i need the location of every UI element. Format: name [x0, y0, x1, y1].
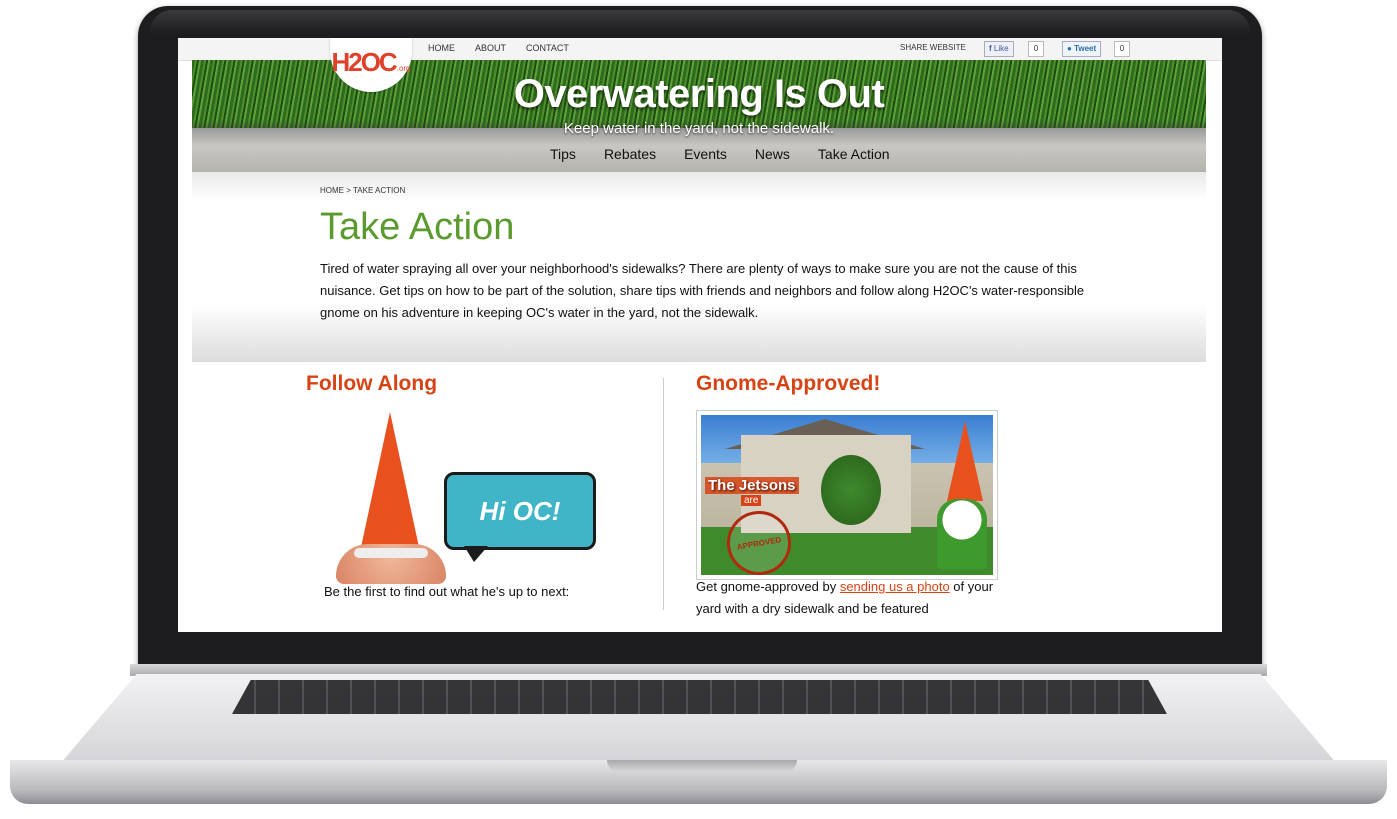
- speech-bubble-text: Hi OC!: [479, 495, 561, 526]
- page-title: Take Action: [320, 206, 515, 248]
- approved-caption: Get gnome-approved by sending us a photo…: [696, 576, 1006, 620]
- main-nav-take-action[interactable]: Take Action: [818, 146, 890, 162]
- top-nav-about[interactable]: ABOUT: [475, 43, 506, 53]
- logo-suffix: .org: [396, 63, 411, 73]
- speech-bubble: Hi OC!: [444, 472, 596, 550]
- approved-caption-start: Get gnome-approved by: [696, 579, 840, 594]
- tweet-button[interactable]: ● Tweet: [1062, 41, 1102, 57]
- main-nav: Tips Rebates Events News Take Action: [550, 146, 890, 162]
- main-nav-tips[interactable]: Tips: [550, 146, 576, 162]
- share-label: SHARE WEBSITE: [900, 43, 966, 52]
- gnome-eyebrows: [354, 548, 428, 558]
- laptop-notch: [607, 760, 797, 772]
- twitter-bird-icon: ●: [1067, 44, 1072, 53]
- main-nav-rebates[interactable]: Rebates: [604, 146, 656, 162]
- gnome-approved-title: Gnome-Approved!: [696, 372, 881, 395]
- facebook-like-button[interactable]: f Like: [984, 41, 1014, 57]
- tweet-label: Tweet: [1074, 44, 1097, 53]
- photo-content: The Jetsons are APPROVED: [701, 415, 993, 575]
- breadcrumb[interactable]: HOME > TAKE ACTION: [320, 186, 405, 195]
- gnome-approved-section: Gnome-Approved! The Jetsons are APPROVED…: [696, 372, 998, 616]
- gnome-body-image: [937, 499, 987, 569]
- follow-along-title: Follow Along: [306, 372, 438, 395]
- tweet-count: 0: [1114, 41, 1130, 57]
- facebook-icon: f: [989, 44, 992, 53]
- main-nav-news[interactable]: News: [755, 146, 790, 162]
- photo-banner: The Jetsons: [705, 477, 799, 494]
- main-nav-events[interactable]: Events: [684, 146, 727, 162]
- photo-banner-sub: are: [741, 495, 762, 506]
- top-nav-home[interactable]: HOME: [428, 43, 455, 53]
- send-photo-link[interactable]: sending us a photo: [840, 579, 950, 594]
- top-nav-contact[interactable]: CONTACT: [526, 43, 569, 53]
- gnome-hat-image: [360, 412, 420, 552]
- column-divider: [663, 378, 664, 610]
- tree-image: [821, 455, 881, 525]
- laptop-screen: HOME ABOUT CONTACT SHARE WEBSITE f Like …: [178, 38, 1222, 632]
- follow-caption: Be the first to find out what he's up to…: [324, 584, 570, 599]
- intro-section: HOME > TAKE ACTION Take Action Tired of …: [192, 172, 1206, 362]
- speech-bubble-tail: [464, 546, 488, 562]
- follow-along-section: Follow Along Hi OC! Be the first to find…: [306, 372, 646, 599]
- laptop-keyboard: [232, 680, 1167, 714]
- hero-subtitle: Keep water in the yard, not the sidewalk…: [563, 120, 835, 137]
- like-count: 0: [1028, 41, 1044, 57]
- featured-yard-photo[interactable]: The Jetsons are APPROVED: [696, 410, 998, 580]
- like-label: Like: [993, 44, 1009, 53]
- bezel: [150, 10, 1250, 34]
- top-nav: HOME ABOUT CONTACT: [428, 43, 569, 53]
- gnome-hat-image: [947, 421, 983, 501]
- logo-mark: H2OC: [331, 46, 397, 77]
- intro-paragraph: Tired of water spraying all over your ne…: [320, 261, 1085, 320]
